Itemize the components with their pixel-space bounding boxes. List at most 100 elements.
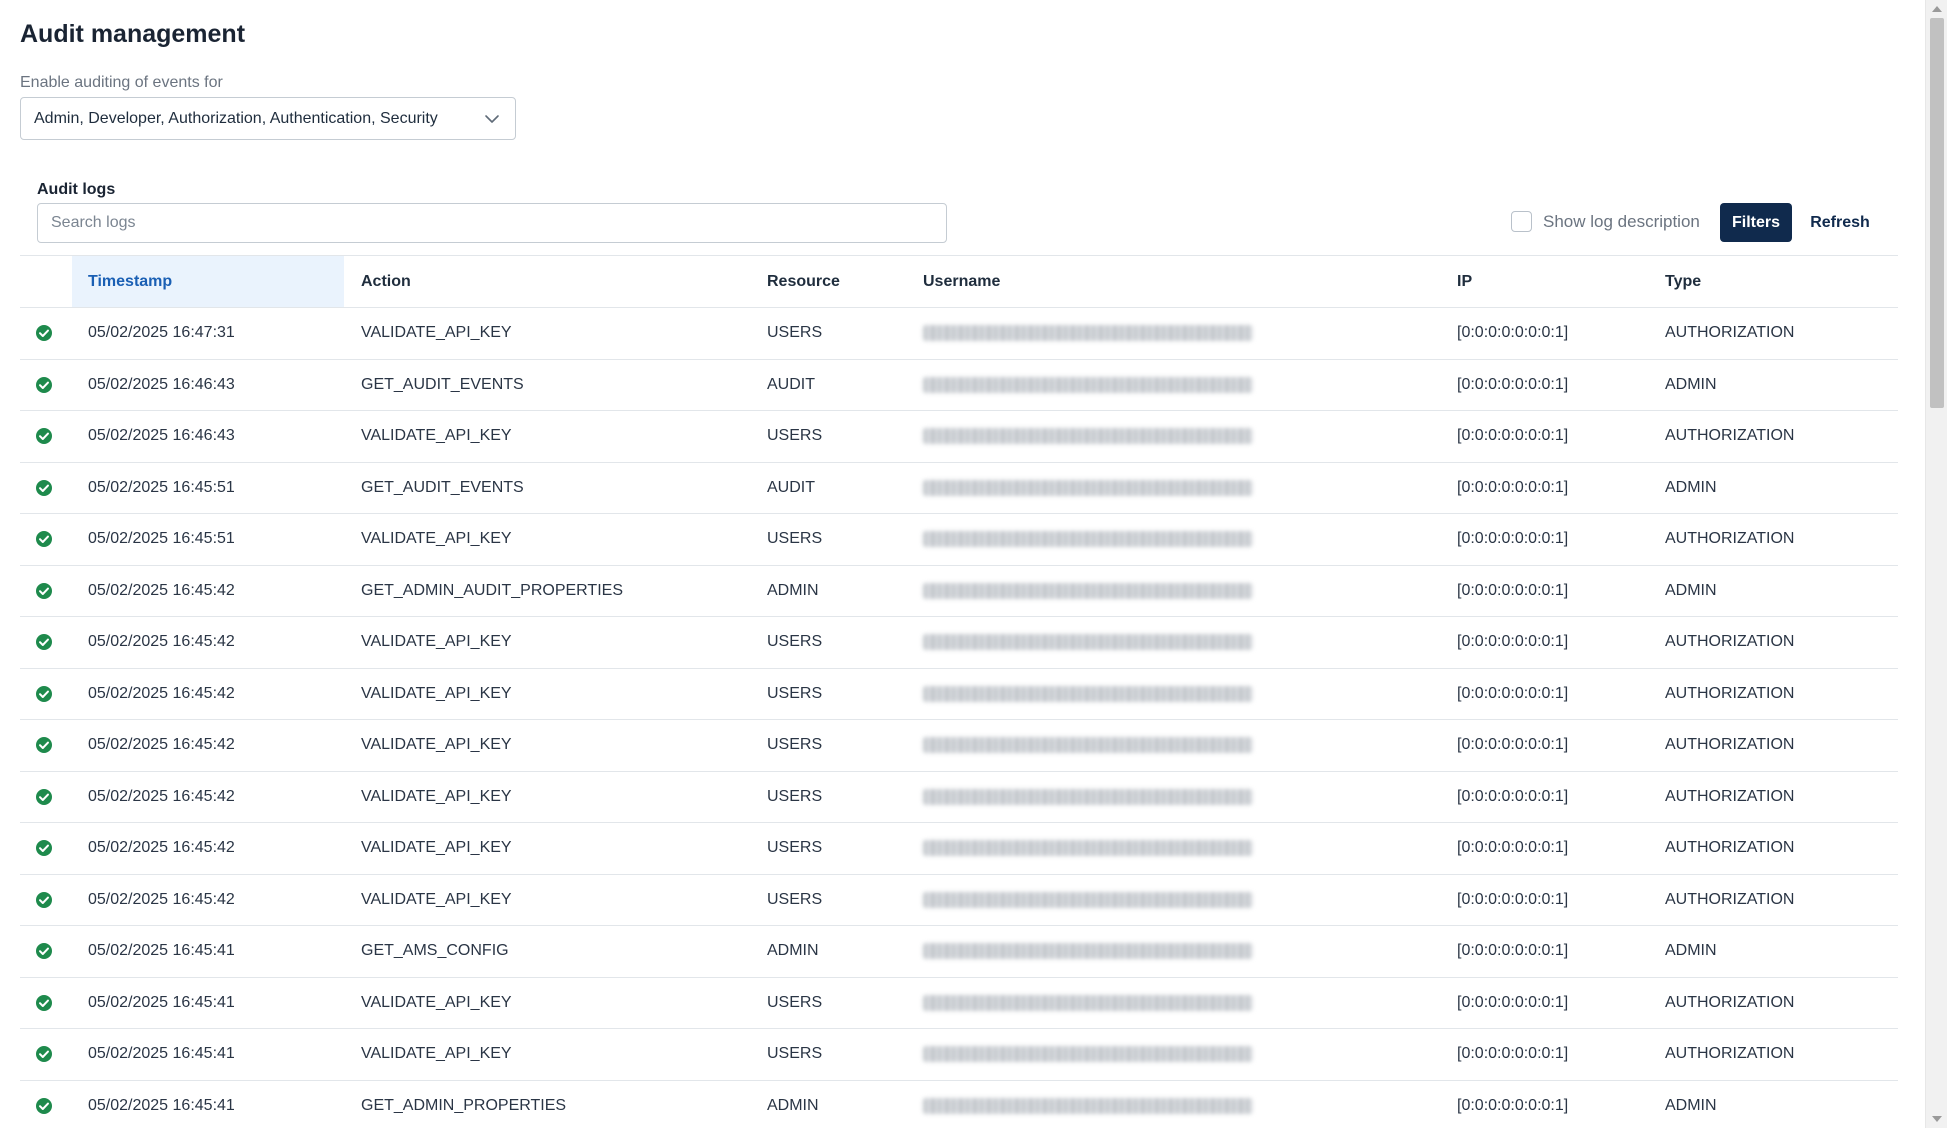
status-cell: [35, 720, 57, 771]
vertical-scrollbar[interactable]: [1925, 0, 1947, 1128]
status-cell: [35, 360, 57, 411]
check-circle-icon: [36, 582, 52, 599]
check-circle-icon: [36, 840, 52, 857]
timestamp-cell: 05/02/2025 16:45:42: [88, 890, 235, 908]
status-cell: [35, 772, 57, 823]
table-row[interactable]: 05/02/2025 16:45:42 VALIDATE_API_KEY USE…: [20, 875, 1898, 926]
type-cell: ADMIN: [1665, 581, 1717, 599]
username-cell: [923, 823, 1253, 874]
show-log-description-toggle[interactable]: Show log description: [1511, 211, 1700, 232]
status-cell: [35, 823, 57, 874]
column-header-timestamp[interactable]: Timestamp: [72, 256, 344, 307]
type-cell: AUTHORIZATION: [1665, 684, 1795, 702]
type-cell: AUTHORIZATION: [1665, 993, 1795, 1011]
page-title: Audit management: [20, 20, 246, 48]
resource-cell: USERS: [767, 324, 823, 342]
table-row[interactable]: 05/02/2025 16:46:43 VALIDATE_API_KEY USE…: [20, 411, 1898, 463]
scroll-up-arrow-icon[interactable]: [1932, 6, 1942, 12]
scrollbar-thumb[interactable]: [1930, 18, 1944, 408]
status-cell: [35, 1029, 57, 1080]
scroll-down-arrow-icon[interactable]: [1932, 1116, 1942, 1122]
ip-cell: [0:0:0:0:0:0:0:1]: [1457, 736, 1569, 754]
enable-auditing-label: Enable auditing of events for: [20, 74, 223, 91]
type-cell: ADMIN: [1665, 478, 1717, 496]
ip-cell: [0:0:0:0:0:0:0:1]: [1457, 787, 1569, 805]
resource-cell: ADMIN: [767, 1096, 819, 1114]
status-cell: [35, 978, 57, 1029]
action-cell: VALIDATE_API_KEY: [361, 324, 512, 342]
table-row[interactable]: 05/02/2025 16:45:42 VALIDATE_API_KEY USE…: [20, 772, 1898, 823]
timestamp-cell: 05/02/2025 16:45:42: [88, 736, 235, 754]
type-cell: AUTHORIZATION: [1665, 427, 1795, 445]
table-body: 05/02/2025 16:47:31 VALIDATE_API_KEY USE…: [20, 308, 1898, 1128]
type-cell: AUTHORIZATION: [1665, 633, 1795, 651]
timestamp-cell: 05/02/2025 16:45:41: [88, 1096, 235, 1114]
action-cell: VALIDATE_API_KEY: [361, 530, 512, 548]
username-cell: [923, 411, 1253, 462]
table-row[interactable]: 05/02/2025 16:45:41 VALIDATE_API_KEY USE…: [20, 1029, 1898, 1081]
table-row[interactable]: 05/02/2025 16:45:42 VALIDATE_API_KEY USE…: [20, 823, 1898, 875]
table-row[interactable]: 05/02/2025 16:45:41 GET_ADMIN_PROPERTIES…: [20, 1081, 1898, 1128]
table-row[interactable]: 05/02/2025 16:45:41 GET_AMS_CONFIG ADMIN…: [20, 926, 1898, 978]
timestamp-cell: 05/02/2025 16:45:42: [88, 839, 235, 857]
redacted-username: [923, 737, 1253, 754]
resource-cell: USERS: [767, 890, 823, 908]
username-cell: [923, 1081, 1253, 1128]
timestamp-cell: 05/02/2025 16:46:43: [88, 375, 235, 393]
resource-cell: USERS: [767, 993, 823, 1011]
column-header-type[interactable]: Type: [1665, 256, 1701, 307]
table-row[interactable]: 05/02/2025 16:45:42 VALIDATE_API_KEY USE…: [20, 617, 1898, 669]
filters-button[interactable]: Filters: [1720, 203, 1792, 242]
table-row[interactable]: 05/02/2025 16:45:42 GET_ADMIN_AUDIT_PROP…: [20, 566, 1898, 617]
type-cell: AUTHORIZATION: [1665, 530, 1795, 548]
audit-scope-select[interactable]: Admin, Developer, Authorization, Authent…: [20, 97, 516, 140]
table-row[interactable]: 05/02/2025 16:46:43 GET_AUDIT_EVENTS AUD…: [20, 360, 1898, 411]
redacted-username: [923, 891, 1253, 908]
redacted-username: [923, 531, 1253, 548]
show-log-description-checkbox[interactable]: [1511, 211, 1532, 232]
timestamp-cell: 05/02/2025 16:45:41: [88, 1045, 235, 1063]
status-cell: [35, 411, 57, 462]
resource-cell: USERS: [767, 839, 823, 857]
type-cell: AUTHORIZATION: [1665, 890, 1795, 908]
table-row[interactable]: 05/02/2025 16:45:42 VALIDATE_API_KEY USE…: [20, 669, 1898, 720]
column-header-ip[interactable]: IP: [1457, 256, 1472, 307]
username-cell: [923, 926, 1253, 977]
timestamp-cell: 05/02/2025 16:45:42: [88, 581, 235, 599]
redacted-username: [923, 428, 1253, 445]
status-cell: [35, 669, 57, 720]
ip-cell: [0:0:0:0:0:0:0:1]: [1457, 942, 1569, 960]
column-header-action[interactable]: Action: [361, 256, 411, 307]
username-cell: [923, 720, 1253, 771]
ip-cell: [0:0:0:0:0:0:0:1]: [1457, 324, 1569, 342]
column-header-resource[interactable]: Resource: [767, 256, 840, 307]
search-logs-input[interactable]: [37, 203, 947, 243]
redacted-username: [923, 325, 1253, 342]
action-cell: VALIDATE_API_KEY: [361, 684, 512, 702]
table-row[interactable]: 05/02/2025 16:47:31 VALIDATE_API_KEY USE…: [20, 308, 1898, 360]
ip-cell: [0:0:0:0:0:0:0:1]: [1457, 375, 1569, 393]
timestamp-cell: 05/02/2025 16:45:51: [88, 478, 235, 496]
redacted-username: [923, 685, 1253, 702]
table-row[interactable]: 05/02/2025 16:45:51 VALIDATE_API_KEY USE…: [20, 514, 1898, 566]
timestamp-cell: 05/02/2025 16:45:41: [88, 942, 235, 960]
ip-cell: [0:0:0:0:0:0:0:1]: [1457, 581, 1569, 599]
action-cell: GET_AUDIT_EVENTS: [361, 375, 524, 393]
resource-cell: AUDIT: [767, 375, 815, 393]
type-cell: AUTHORIZATION: [1665, 839, 1795, 857]
check-circle-icon: [36, 685, 52, 702]
redacted-username: [923, 943, 1253, 960]
redacted-username: [923, 994, 1253, 1011]
table-row[interactable]: 05/02/2025 16:45:42 VALIDATE_API_KEY USE…: [20, 720, 1898, 772]
audit-scope-value: Admin, Developer, Authorization, Authent…: [34, 109, 438, 127]
redacted-username: [923, 582, 1253, 599]
action-cell: VALIDATE_API_KEY: [361, 787, 512, 805]
column-header-username[interactable]: Username: [923, 256, 1000, 307]
redacted-username: [923, 1046, 1253, 1063]
refresh-button[interactable]: Refresh: [1800, 203, 1880, 242]
table-row[interactable]: 05/02/2025 16:45:41 VALIDATE_API_KEY USE…: [20, 978, 1898, 1029]
type-cell: ADMIN: [1665, 1096, 1717, 1114]
redacted-username: [923, 1097, 1253, 1114]
table-row[interactable]: 05/02/2025 16:45:51 GET_AUDIT_EVENTS AUD…: [20, 463, 1898, 514]
check-circle-icon: [36, 788, 52, 805]
